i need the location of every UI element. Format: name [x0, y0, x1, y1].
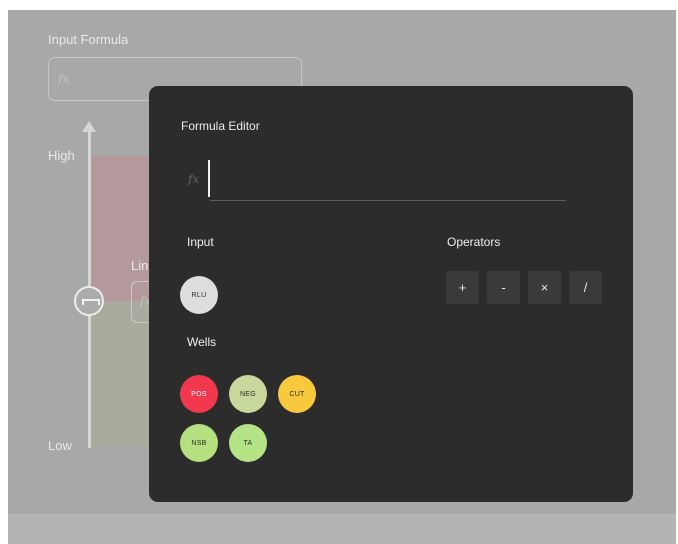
- operator-multiply-button[interactable]: ×: [528, 271, 561, 304]
- operator-minus-button[interactable]: -: [487, 271, 520, 304]
- input-section-label: Input: [187, 235, 214, 249]
- chip-label: CUT: [289, 390, 305, 398]
- well-chip-ta[interactable]: TA: [229, 424, 267, 462]
- operators-section-label: Operators: [447, 235, 501, 249]
- chip-label: RLU: [191, 291, 207, 299]
- chip-label: NEG: [239, 390, 257, 398]
- formula-underline: [210, 200, 566, 201]
- well-chip-cut[interactable]: CUT: [278, 375, 316, 413]
- formula-editor-modal: Formula Editor fx Input Operators RLU + …: [149, 86, 633, 502]
- chip-label: POS: [191, 390, 207, 398]
- input-formula-label: Input Formula: [48, 32, 129, 47]
- partial-label: Lin: [131, 258, 149, 273]
- wells-section-label: Wells: [187, 335, 217, 349]
- input-chip-rlu[interactable]: RLU: [180, 276, 218, 314]
- modal-title: Formula Editor: [181, 119, 260, 133]
- text-cursor: [208, 160, 210, 197]
- low-label: Low: [48, 438, 72, 453]
- axis-arrow-icon: [82, 121, 96, 132]
- chip-label: TA: [243, 439, 253, 447]
- background-footer: [8, 514, 676, 544]
- formula-input[interactable]: [212, 162, 562, 196]
- operator-divide-button[interactable]: /: [569, 271, 602, 304]
- chip-label: NSB: [191, 439, 207, 447]
- fx-icon: fx: [188, 172, 200, 186]
- well-chip-pos[interactable]: POS: [180, 375, 218, 413]
- high-label: High: [48, 148, 75, 163]
- well-chip-neg[interactable]: NEG: [229, 375, 267, 413]
- fx-placeholder: fx: [58, 72, 70, 86]
- range-slider-handle[interactable]: [74, 286, 104, 316]
- operator-plus-button[interactable]: +: [446, 271, 479, 304]
- formula-input-area[interactable]: fx: [181, 158, 567, 202]
- grip-icon: [82, 299, 100, 305]
- well-chip-nsb[interactable]: NSB: [180, 424, 218, 462]
